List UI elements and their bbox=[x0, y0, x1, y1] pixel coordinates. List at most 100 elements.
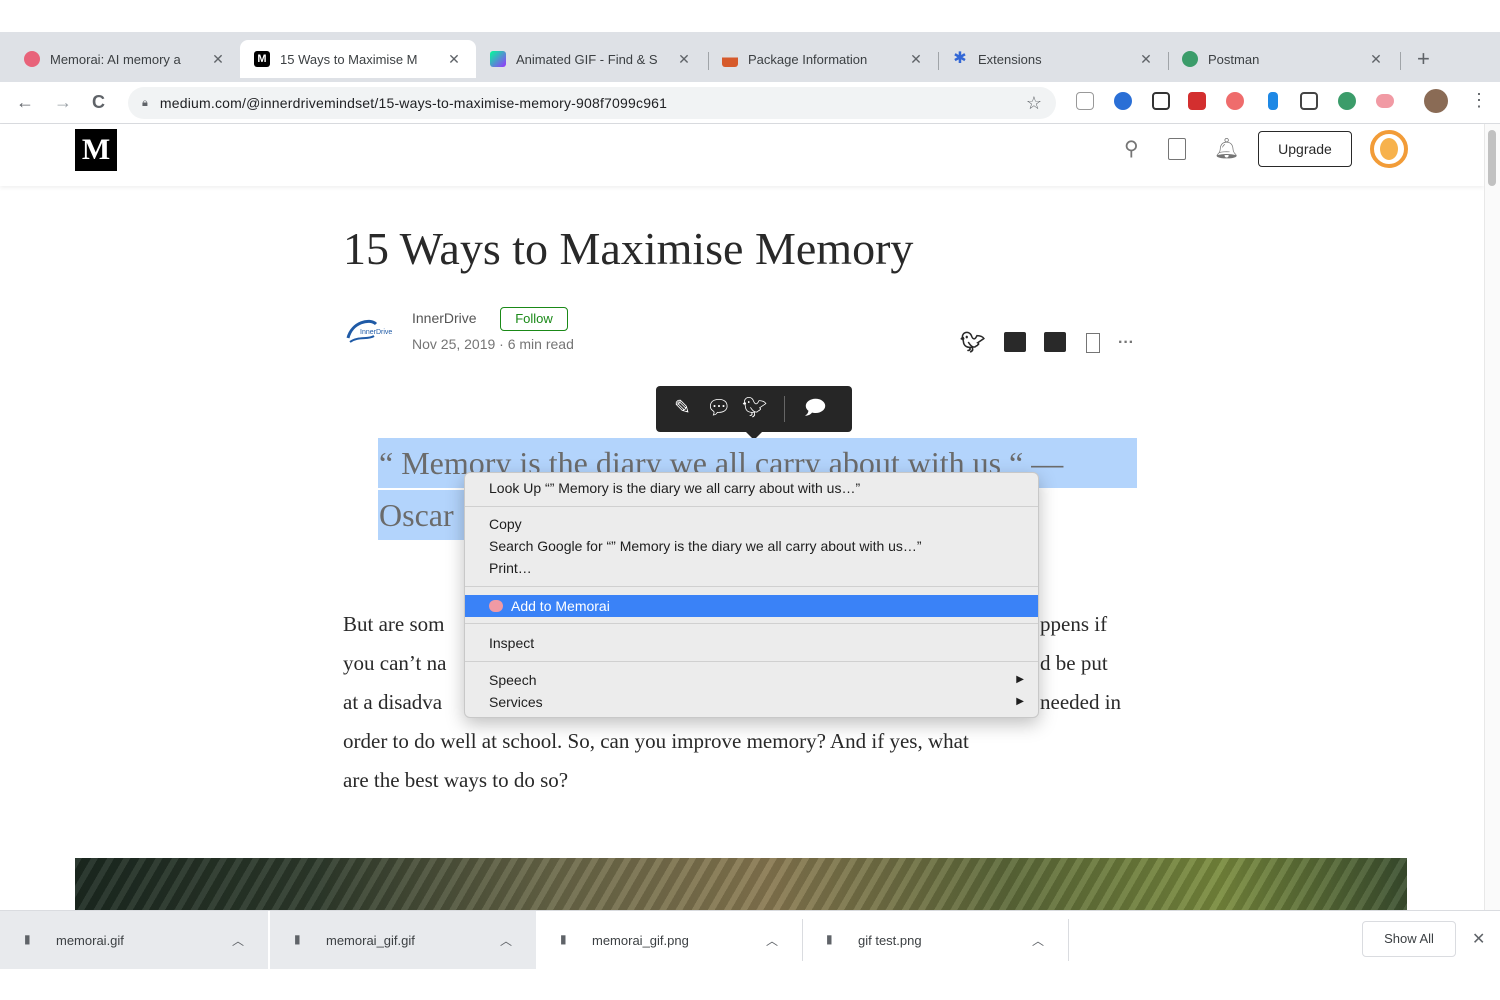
tab-memorai[interactable]: Memorai: AI memory a ✕ bbox=[10, 40, 240, 78]
reading-list-icon[interactable] bbox=[1168, 138, 1186, 160]
page-scrollbar[interactable] bbox=[1484, 124, 1500, 910]
extension-postman-icon[interactable] bbox=[1338, 92, 1356, 110]
chevron-up-icon[interactable]: ︿ bbox=[766, 932, 778, 949]
author-logo-text: InnerDrive bbox=[360, 329, 392, 336]
linkedin-share-icon[interactable] bbox=[1004, 332, 1026, 352]
extension-w-icon[interactable] bbox=[1188, 92, 1206, 110]
window-bottom bbox=[0, 970, 1500, 1000]
chevron-up-icon[interactable]: ︿ bbox=[500, 932, 512, 949]
extension-badge-icon[interactable] bbox=[1226, 92, 1244, 110]
menu-separator bbox=[465, 586, 1038, 587]
author-name[interactable]: InnerDrive bbox=[412, 310, 477, 326]
article-hero-image bbox=[75, 858, 1407, 910]
submenu-arrow-icon: ▶ bbox=[1016, 696, 1024, 707]
postman-icon bbox=[1182, 51, 1198, 67]
download-filename: memorai_gif.gif bbox=[326, 932, 415, 948]
close-icon[interactable]: ✕ bbox=[1368, 51, 1384, 68]
submenu-arrow-icon: ▶ bbox=[1016, 674, 1024, 685]
profile-avatar[interactable] bbox=[1424, 89, 1448, 113]
extension-box-icon[interactable] bbox=[1152, 92, 1170, 110]
menu-item-services[interactable]: Services ▶ bbox=[465, 691, 1038, 713]
extension-square-icon[interactable] bbox=[1300, 92, 1318, 110]
new-tab-button[interactable]: + bbox=[1417, 48, 1430, 70]
innerdrive-logo[interactable]: InnerDrive bbox=[344, 316, 400, 346]
menu-item-inspect[interactable]: Inspect bbox=[465, 632, 1038, 654]
highlight-pen-icon[interactable]: ✎ bbox=[674, 396, 691, 420]
menu-item-copy[interactable]: Copy bbox=[465, 513, 1038, 535]
forward-button[interactable]: → bbox=[54, 92, 72, 112]
more-options-icon[interactable]: ··· bbox=[1118, 334, 1134, 352]
close-icon[interactable]: ✕ bbox=[908, 51, 924, 68]
close-icon[interactable]: ✕ bbox=[1138, 51, 1154, 68]
highlight-toolbar: ✎ 💬︎ 🐦︎ 🗩 bbox=[656, 386, 852, 440]
tab-extensions[interactable]: ✱ Extensions ✕ bbox=[938, 40, 1168, 78]
tab-package-information[interactable]: Package Information ✕ bbox=[708, 40, 938, 78]
tab-giphy[interactable]: Animated GIF - Find & S ✕ bbox=[476, 40, 706, 78]
menu-separator bbox=[465, 623, 1038, 624]
download-filename: gif test.png bbox=[858, 932, 922, 948]
package-icon bbox=[722, 51, 738, 67]
medium-header: M ⚲ 🔔︎ Upgrade bbox=[0, 124, 1484, 186]
tab-title: Postman bbox=[1208, 51, 1260, 67]
bookmark-icon[interactable] bbox=[1086, 333, 1100, 353]
file-icon: ▮ bbox=[24, 932, 31, 946]
extension-s-icon[interactable] bbox=[1076, 92, 1094, 110]
extension-memorai-brain-icon[interactable] bbox=[1376, 94, 1394, 108]
menu-separator bbox=[465, 506, 1038, 507]
private-note-icon[interactable]: 🗩 bbox=[804, 396, 826, 420]
file-icon: ▮ bbox=[294, 932, 301, 946]
tab-postman[interactable]: Postman ✕ bbox=[1168, 40, 1398, 78]
menu-item-print[interactable]: Print… bbox=[465, 557, 1038, 579]
download-item[interactable]: ▮ gif test.png ︿ bbox=[802, 911, 1068, 969]
facebook-share-icon[interactable] bbox=[1044, 332, 1066, 352]
upgrade-button[interactable]: Upgrade bbox=[1258, 131, 1352, 167]
address-bar[interactable]: 🔒︎ medium.com/@innerdrivemindset/15-ways… bbox=[128, 87, 1056, 119]
highlighted-quote-line-2[interactable]: Oscar bbox=[378, 490, 468, 540]
chevron-up-icon[interactable]: ︿ bbox=[232, 932, 244, 949]
context-menu: Look Up “” Memory is the diary we all ca… bbox=[464, 472, 1039, 718]
download-item[interactable]: ▮ memorai_gif.gif ︿ bbox=[270, 911, 536, 969]
menu-item-add-to-memorai[interactable]: Add to Memorai bbox=[465, 595, 1038, 617]
show-all-button[interactable]: Show All bbox=[1362, 921, 1456, 957]
menu-item-speech[interactable]: Speech ▶ bbox=[465, 669, 1038, 691]
extension-arrow-icon[interactable] bbox=[1268, 92, 1278, 110]
response-bubble-icon[interactable]: 💬︎ bbox=[706, 396, 731, 420]
tab-title: Animated GIF - Find & S bbox=[516, 51, 658, 67]
close-icon[interactable]: ✕ bbox=[210, 51, 226, 68]
giphy-icon bbox=[490, 51, 506, 67]
body-line-left: But are som bbox=[343, 612, 445, 636]
bookmark-star-icon[interactable]: ☆ bbox=[1026, 93, 1042, 114]
close-icon[interactable]: ✕ bbox=[676, 51, 692, 68]
body-line-right: needed in bbox=[1040, 690, 1122, 714]
follow-button[interactable]: Follow bbox=[500, 307, 568, 331]
body-line-left: at a disadva bbox=[343, 690, 443, 714]
bell-icon[interactable]: 🔔︎ bbox=[1214, 136, 1239, 161]
brain-icon bbox=[489, 600, 503, 612]
twitter-share-icon[interactable]: 🐦︎ bbox=[960, 330, 985, 355]
tab-medium-article[interactable]: M 15 Ways to Maximise M ✕ bbox=[240, 40, 476, 78]
search-icon[interactable]: ⚲ bbox=[1124, 136, 1139, 161]
browser-menu-button[interactable]: ⋮ bbox=[1470, 90, 1488, 111]
reload-button[interactable]: C bbox=[92, 92, 105, 112]
user-avatar[interactable] bbox=[1370, 130, 1408, 168]
download-item[interactable]: ▮ memorai_gif.png ︿ bbox=[536, 911, 802, 969]
scrollbar-thumb[interactable] bbox=[1488, 130, 1496, 186]
chevron-up-icon[interactable]: ︿ bbox=[1032, 932, 1044, 949]
tweet-icon[interactable]: 🐦︎ bbox=[742, 396, 767, 420]
download-separator bbox=[1068, 919, 1069, 961]
download-item[interactable]: ▮ memorai.gif ︿ bbox=[0, 911, 268, 969]
menu-item-look-up[interactable]: Look Up “” Memory is the diary we all ca… bbox=[465, 477, 1038, 499]
extension-globe-icon[interactable] bbox=[1114, 92, 1132, 110]
window-top bbox=[0, 0, 1500, 32]
close-icon[interactable]: ✕ bbox=[446, 51, 462, 68]
lock-icon: 🔒︎ bbox=[142, 96, 148, 109]
menu-item-label: Services bbox=[489, 694, 543, 710]
close-icon[interactable]: ✕ bbox=[1472, 929, 1485, 949]
medium-logo[interactable]: M bbox=[75, 129, 117, 171]
menu-item-label: Add to Memorai bbox=[511, 598, 610, 614]
back-button[interactable]: ← bbox=[16, 92, 34, 112]
menu-item-search-google[interactable]: Search Google for “” Memory is the diary… bbox=[465, 535, 1038, 557]
download-filename: memorai_gif.png bbox=[592, 932, 689, 948]
url-text: medium.com/@innerdrivemindset/15-ways-to… bbox=[159, 95, 668, 111]
tab-title: Memorai: AI memory a bbox=[50, 51, 181, 67]
